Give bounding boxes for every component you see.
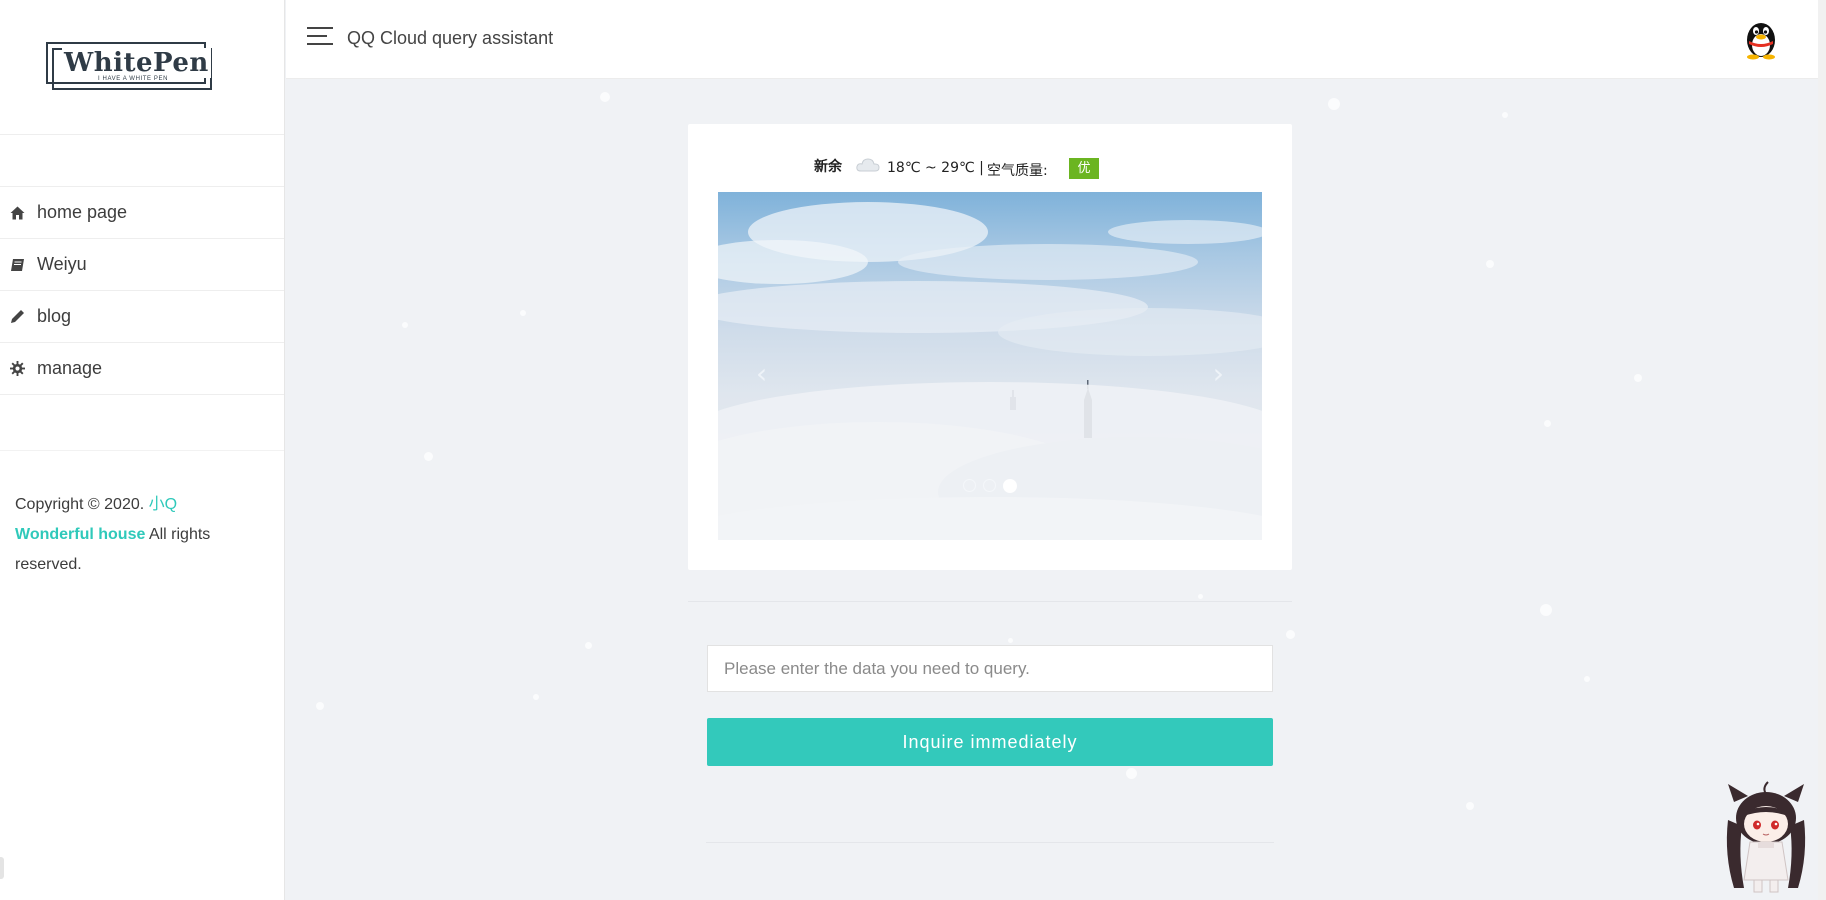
temperature-value: 18℃ ~ 29℃	[887, 160, 975, 176]
query-input[interactable]	[707, 645, 1273, 692]
snowflake	[1634, 374, 1642, 382]
divider	[706, 842, 1274, 843]
weather-temperature: 18℃ ~ 29℃ |	[887, 160, 984, 176]
gear-icon	[9, 360, 26, 377]
snowflake	[1486, 260, 1494, 268]
snowflake	[1286, 630, 1295, 639]
snowflake	[402, 322, 408, 328]
image-carousel[interactable]: ‹ ›	[718, 192, 1262, 540]
nav-spacer	[0, 395, 284, 451]
logo-tagline: I HAVE A WHITE PEN	[96, 76, 171, 82]
pencil-icon	[9, 308, 26, 325]
snowflake	[1008, 638, 1013, 643]
qq-penguin-icon[interactable]	[1741, 16, 1781, 60]
mascot-character[interactable]	[1718, 780, 1814, 898]
sidebar-item-label: manage	[37, 358, 103, 378]
snowflake	[424, 452, 433, 461]
menu-toggle-icon[interactable]	[307, 27, 333, 47]
snowflake	[1544, 420, 1551, 427]
carousel-indicators	[963, 479, 1017, 493]
inquire-button[interactable]: Inquire immediately	[707, 718, 1273, 766]
weather-card: 新余 18℃ ~ 29℃ | 空气质量: 优 ‹ ›	[688, 124, 1292, 570]
carousel-dot-1[interactable]	[963, 479, 976, 492]
home-icon	[9, 204, 26, 221]
sidebar-item-label: Weiyu	[37, 254, 87, 274]
logo-area: WhitePen I HAVE A WHITE PEN	[0, 0, 284, 135]
copyright-prefix: Copyright © 2020.	[15, 496, 145, 513]
book-icon	[9, 256, 26, 273]
author-link[interactable]: 小Q	[149, 496, 177, 513]
snowflake	[1328, 98, 1340, 110]
weather-bar: 新余 18℃ ~ 29℃ | 空气质量: 优	[688, 157, 1292, 184]
snowflake	[1466, 802, 1474, 810]
snowflake	[1126, 768, 1137, 779]
page-title: QQ Cloud query assistant	[347, 28, 554, 48]
sidebar-item-label: blog	[37, 306, 72, 326]
side-tab-handle[interactable]	[0, 857, 4, 879]
copyright: Copyright © 2020. 小Q Wonderful house All…	[0, 451, 284, 580]
snowflake	[600, 92, 610, 102]
carousel-next-button[interactable]: ›	[1213, 357, 1224, 390]
carousel-dot-2[interactable]	[983, 479, 996, 492]
sidebar-item-home[interactable]: home page	[0, 187, 284, 239]
weather-city: 新余	[814, 159, 842, 175]
weather-separator: |	[979, 160, 984, 176]
snowflake	[1198, 594, 1203, 599]
cloud-icon	[856, 157, 880, 173]
sidebar-item-blog[interactable]: blog	[0, 291, 284, 343]
air-quality-badge: 优	[1069, 158, 1099, 179]
carousel-prev-button[interactable]: ‹	[756, 357, 767, 390]
snowflake	[520, 310, 526, 316]
snowflake	[1540, 604, 1552, 616]
site-logo[interactable]: WhitePen I HAVE A WHITE PEN	[46, 42, 218, 90]
snowflake	[316, 702, 324, 710]
top-bar: QQ Cloud query assistant	[286, 0, 1826, 79]
divider	[688, 601, 1292, 602]
snowflake	[1584, 676, 1590, 682]
snowflake	[585, 642, 592, 649]
air-quality-label: 空气质量:	[987, 163, 1048, 179]
snowflake	[533, 694, 539, 700]
scrollbar[interactable]	[1818, 0, 1826, 900]
site-link[interactable]: Wonderful house	[15, 526, 145, 543]
sidebar-item-manage[interactable]: manage	[0, 343, 284, 395]
sidebar: WhitePen I HAVE A WHITE PEN home page We…	[0, 0, 285, 900]
nav-spacer	[0, 135, 284, 187]
carousel-dot-3[interactable]	[1003, 479, 1017, 493]
sidebar-item-label: home page	[37, 202, 128, 222]
logo-name: WhitePen	[62, 48, 211, 78]
snowflake	[1502, 112, 1508, 118]
sidebar-item-weiyu[interactable]: Weiyu	[0, 239, 284, 291]
